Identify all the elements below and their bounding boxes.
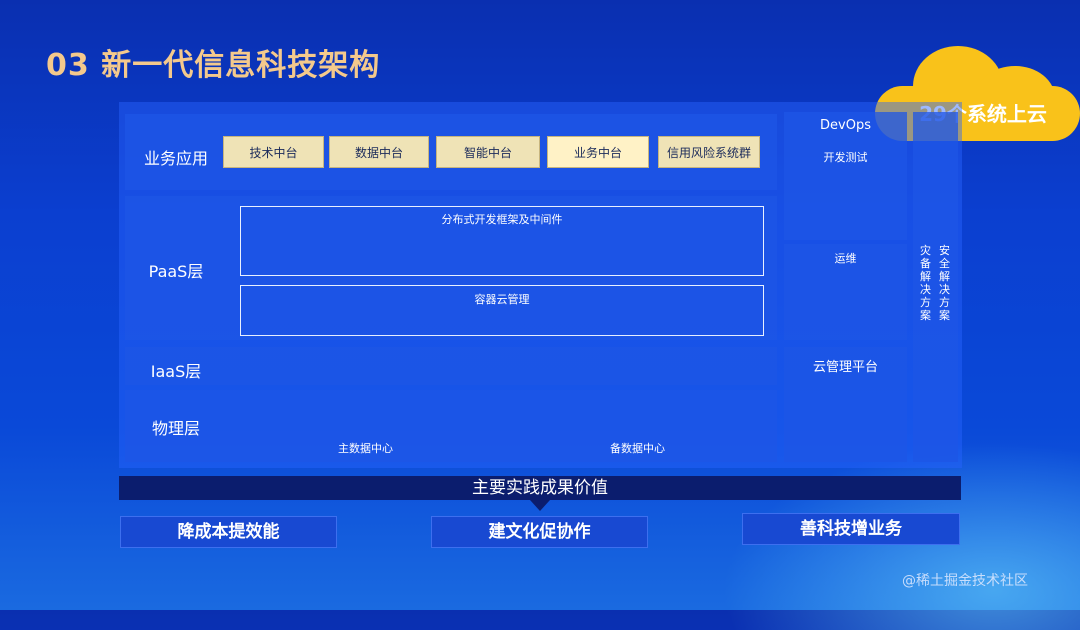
app-box-tech: 技术中台 — [223, 136, 324, 168]
result-cost-efficiency: 降成本提效能 — [120, 516, 337, 548]
watermark: @稀土掘金技术社区 — [902, 573, 1028, 589]
app-box-business: 业务中台 — [547, 136, 649, 168]
main-datacenter-label: 主数据中心 — [338, 442, 393, 455]
security-solution-label: 安全解决方案 — [939, 244, 950, 322]
row-label-physical: 物理层 — [151, 419, 200, 438]
app-box-ai: 智能中台 — [436, 136, 540, 168]
summary-bar: 主要实践成果价值 — [119, 476, 961, 500]
cloud-mgmt-label: 云管理平台 — [812, 360, 878, 375]
row-label-business: 业务应用 — [143, 149, 208, 168]
framework-box: 分布式开发框架及中间件 — [240, 206, 764, 276]
app-box-credit-risk: 信用风险系统群 — [658, 136, 760, 168]
iaas-panel — [125, 347, 777, 385]
app-box-data: 数据中台 — [329, 136, 429, 168]
backup-datacenter-label: 备数据中心 — [610, 442, 665, 455]
ops-label: 运维 — [834, 252, 857, 265]
disaster-recovery-label: 灾备解决方案 — [920, 244, 931, 322]
page-title: 03 新一代信息科技架构 — [46, 48, 381, 83]
devops-title: DevOps — [820, 118, 871, 133]
container-title: 容器云管理 — [474, 293, 530, 306]
physical-panel — [125, 390, 777, 462]
result-tech-business: 善科技增业务 — [742, 513, 960, 545]
container-box: 容器云管理 — [240, 285, 764, 336]
framework-title: 分布式开发框架及中间件 — [441, 213, 563, 226]
row-label-paas: PaaS层 — [148, 262, 204, 281]
dev-test-label: 开发测试 — [823, 151, 868, 164]
result-culture-collaboration: 建文化促协作 — [431, 516, 648, 548]
summary-arrow — [530, 500, 550, 511]
row-label-iaas: IaaS层 — [150, 362, 202, 381]
